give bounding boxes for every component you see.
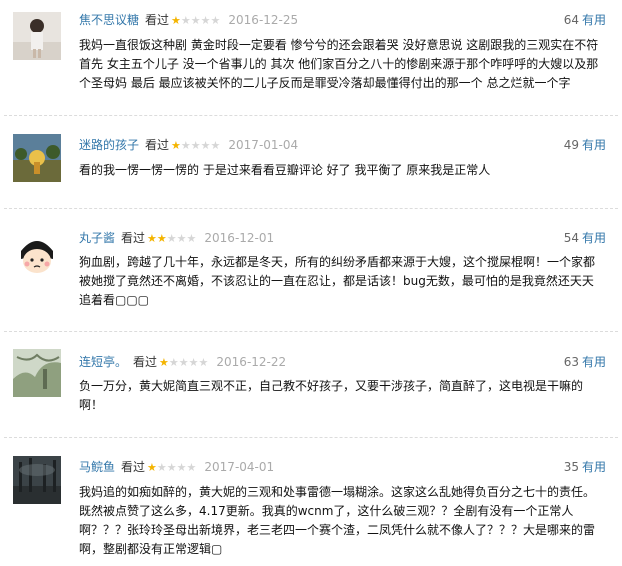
- vote-counter: 63 有用: [564, 353, 606, 371]
- star-empty-icon: ★: [186, 232, 197, 245]
- review-header: 连短亭。 看过 ★★★★★ 2016-12-22: [79, 353, 286, 371]
- vote-count: 35: [563, 460, 579, 474]
- avatar[interactable]: [13, 229, 61, 277]
- review-date: 2016-12-22: [216, 355, 287, 369]
- vote-counter: 35 有用: [564, 458, 606, 476]
- reviewer-name-link[interactable]: 丸子酱: [79, 231, 115, 245]
- divider: [4, 437, 618, 438]
- useful-button[interactable]: 有用: [582, 13, 606, 27]
- star-empty-icon: ★: [168, 356, 179, 369]
- star-filled-icon: ★: [171, 139, 181, 152]
- rating-stars: ★★★★★: [147, 230, 196, 248]
- vote-counter: 64 有用: [564, 11, 606, 29]
- reviewer-name-link[interactable]: 连短亭。: [79, 355, 127, 369]
- review-content: 我妈追的如痴如醉的，黄大妮的三观和处事雷德一塌糊涂。这家这么乱她得负百分之七十的…: [79, 485, 596, 556]
- star-empty-icon: ★: [210, 14, 221, 27]
- star-empty-icon: ★: [186, 461, 197, 474]
- star-filled-icon: ★: [156, 232, 167, 245]
- rating-stars: ★★★★★: [147, 459, 196, 477]
- vote-count: 49: [563, 138, 579, 152]
- review-content: 负一万分，黄大妮简直三观不正，自己教不好孩子，又要干涉孩子，简直醉了，这电视是干…: [79, 379, 584, 412]
- watched-label: 看过: [121, 231, 146, 245]
- star-empty-icon: ★: [210, 139, 221, 152]
- star-empty-icon: ★: [188, 356, 199, 369]
- star-empty-icon: ★: [166, 232, 177, 245]
- avatar[interactable]: [13, 12, 61, 60]
- watched-label: 看过: [145, 13, 170, 27]
- review-content: 看的我一愣一愣一愣的 于是过来看看豆瓣评论 好了 我平衡了 原来我是正常人: [79, 163, 491, 177]
- vote-counter: 49 有用: [564, 136, 606, 154]
- divider: [4, 331, 618, 332]
- avatar[interactable]: [13, 349, 61, 397]
- avatar-image: [13, 349, 61, 397]
- star-empty-icon: ★: [200, 139, 211, 152]
- star-empty-icon: ★: [176, 461, 187, 474]
- star-empty-icon: ★: [190, 139, 201, 152]
- avatar-image: [13, 229, 61, 277]
- review-date: 2017-04-01: [204, 460, 275, 474]
- useful-button[interactable]: 有用: [582, 460, 606, 474]
- review-header: 焦不思议糖 看过 ★★★★★ 2016-12-25: [79, 11, 298, 29]
- star-filled-icon: ★: [147, 461, 157, 474]
- star-empty-icon: ★: [180, 14, 191, 27]
- review-date: 2017-01-04: [228, 138, 299, 152]
- divider: [4, 115, 618, 116]
- review-header: 迷路的孩子 看过 ★★★★★ 2017-01-04: [79, 136, 298, 154]
- review-date: 2016-12-25: [228, 13, 299, 27]
- watched-label: 看过: [133, 355, 158, 369]
- avatar-image: [13, 134, 61, 182]
- review-header: 丸子酱 看过 ★★★★★ 2016-12-01: [79, 229, 274, 247]
- star-empty-icon: ★: [190, 14, 201, 27]
- watched-label: 看过: [145, 138, 170, 152]
- review-header: 马鲩鱼 看过 ★★★★★ 2017-04-01: [79, 458, 274, 476]
- vote-count: 54: [563, 231, 579, 245]
- star-empty-icon: ★: [180, 139, 191, 152]
- avatar[interactable]: [13, 456, 61, 504]
- vote-count: 63: [563, 355, 579, 369]
- rating-stars: ★★★★★: [171, 137, 220, 155]
- star-filled-icon: ★: [171, 14, 181, 27]
- star-empty-icon: ★: [156, 461, 167, 474]
- watched-label: 看过: [121, 460, 146, 474]
- vote-count: 64: [563, 13, 579, 27]
- avatar-image: [13, 12, 61, 60]
- useful-button[interactable]: 有用: [582, 355, 606, 369]
- rating-stars: ★★★★★: [159, 354, 208, 372]
- star-empty-icon: ★: [200, 14, 211, 27]
- review-date: 2016-12-01: [204, 231, 275, 245]
- star-empty-icon: ★: [176, 232, 187, 245]
- useful-button[interactable]: 有用: [582, 138, 606, 152]
- vote-counter: 54 有用: [564, 229, 606, 247]
- avatar[interactable]: [13, 134, 61, 182]
- star-empty-icon: ★: [198, 356, 209, 369]
- avatar-image: [13, 456, 61, 504]
- reviewer-name-link[interactable]: 迷路的孩子: [79, 138, 139, 152]
- rating-stars: ★★★★★: [171, 12, 220, 30]
- reviewer-name-link[interactable]: 马鲩鱼: [79, 460, 115, 474]
- star-empty-icon: ★: [178, 356, 189, 369]
- reviewer-name-link[interactable]: 焦不思议糖: [79, 13, 139, 27]
- useful-button[interactable]: 有用: [582, 231, 606, 245]
- star-empty-icon: ★: [166, 461, 177, 474]
- review-content: 狗血剧，跨越了几十年，永远都是冬天，所有的纠纷矛盾都来源于大嫂，这个搅屎棍啊！一…: [79, 255, 596, 307]
- divider: [4, 208, 618, 209]
- review-content: 我妈一直很饭这种剧 黄金时段一定要看 惨兮兮的还会跟着哭 没好意思说 这剧跟我的…: [79, 38, 599, 90]
- star-filled-icon: ★: [147, 232, 157, 245]
- star-filled-icon: ★: [159, 356, 169, 369]
